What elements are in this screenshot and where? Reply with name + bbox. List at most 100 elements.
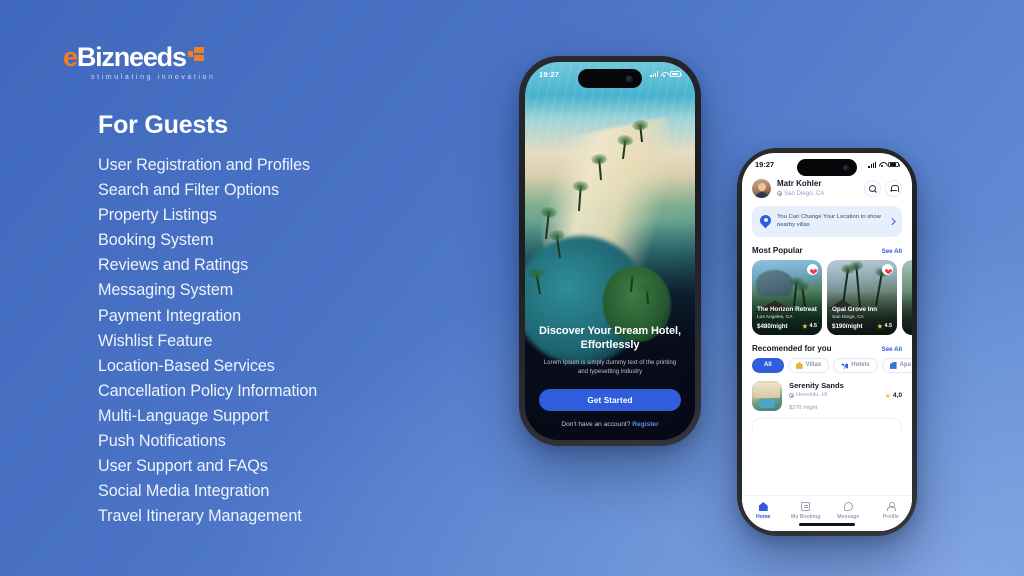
listing-location: Honolulu, HI <box>789 391 878 400</box>
recommended-listing[interactable]: Serenity Sands Honolulu, HI $270 /night … <box>742 373 912 411</box>
star-icon <box>884 392 891 399</box>
nav-item-home[interactable]: Home <box>746 502 780 520</box>
location-pin-icon <box>789 392 794 398</box>
list-item: User Support and FAQs <box>98 457 268 476</box>
user-location: San Diego, CA <box>777 189 860 198</box>
filter-chip-label: All <box>764 362 772 369</box>
list-item: Social Media Integration <box>98 482 270 501</box>
nav-item-my-booking[interactable]: My Booking <box>789 502 823 520</box>
favorite-button[interactable] <box>882 263 893 275</box>
list-item: Property Listings <box>98 206 217 225</box>
onboarding-subtitle: Lorem Ipsum is simply dummy text of the … <box>543 359 677 375</box>
list-item: Location-Based Services <box>98 356 275 375</box>
listing-price: $270 /night <box>789 402 878 411</box>
property-name: Opal Grove Inn <box>832 305 878 313</box>
listing-name: Serenity Sands <box>789 380 844 390</box>
feature-list: User Registration and Profiles Search an… <box>98 153 317 529</box>
onboarding-content: Discover Your Dream Hotel, Effortlessly … <box>525 324 695 440</box>
most-popular-header: Most Popular See All <box>742 237 912 260</box>
nav-item-profile[interactable]: Profile <box>874 502 908 520</box>
list-item: Wishlist Feature <box>98 331 213 350</box>
filter-chip-apartments[interactable]: Apa <box>881 357 912 373</box>
register-prompt: Don't have an account? Register <box>539 421 681 428</box>
user-location-label: San Diego, CA <box>784 190 825 197</box>
next-listing-peek <box>752 417 902 430</box>
list-item: Search and Filter Options <box>98 181 280 200</box>
listing-price-unit: /night <box>803 404 818 411</box>
favorite-button[interactable] <box>807 263 818 275</box>
filter-chips[interactable]: All Villas Hotels Apa <box>742 357 912 373</box>
dynamic-island <box>797 159 857 176</box>
notifications-button[interactable] <box>885 180 902 197</box>
property-name: The Horizon Retreat <box>757 305 817 313</box>
apartment-icon <box>889 361 897 369</box>
avatar[interactable] <box>752 179 771 198</box>
nav-item-label: Message <box>837 513 860 520</box>
profile-icon <box>886 502 897 511</box>
filter-chip-label: Apa <box>899 362 911 369</box>
brand-logo: eBizneeds stimulating innovation <box>63 44 216 82</box>
section-title: Recomended for you <box>752 343 832 353</box>
get-started-button[interactable]: Get Started <box>539 389 681 411</box>
list-item: Booking System <box>98 231 214 250</box>
nav-item-label: Profile <box>882 513 899 520</box>
listing-info: Serenity Sands Honolulu, HI $270 /night <box>789 381 878 411</box>
register-prompt-text: Don't have an account? <box>561 421 631 428</box>
wifi-icon <box>661 72 668 77</box>
property-rating: 4.5 <box>877 323 892 329</box>
rating-value: 4.5 <box>884 323 893 330</box>
property-price: $480/night <box>757 322 788 330</box>
battery-icon <box>888 161 901 168</box>
property-card-partial[interactable] <box>902 259 912 335</box>
brand-name-prefix: e <box>63 42 78 72</box>
brand-name: eBizneeds <box>63 44 216 71</box>
rating-value: 4.5 <box>809 323 818 330</box>
home-header: Matr Kohler San Diego, CA <box>742 172 912 203</box>
left-content-panel: eBizneeds stimulating innovation For Gue… <box>0 0 480 576</box>
brand-mark-icon <box>187 47 204 62</box>
filter-chip-all[interactable]: All <box>752 357 784 373</box>
property-card[interactable]: Opal Grove Inn San Diego, CA $190/night … <box>827 259 897 335</box>
status-time: 19:27 <box>755 160 775 169</box>
list-item: Cancellation Policy Information <box>98 381 318 400</box>
heart-icon <box>885 267 891 272</box>
list-item: Travel Itinerary Management <box>98 507 302 526</box>
villa-icon <box>795 361 803 369</box>
bell-icon <box>890 184 899 193</box>
property-price: $190/night <box>832 322 863 330</box>
phone-mockup-onboarding: 19:27 Discover Your Dream Hotel, Effortl… <box>519 56 701 446</box>
list-item: Payment Integration <box>98 306 241 325</box>
map-pin-icon <box>760 215 771 228</box>
popular-cards-carousel[interactable]: The Horizon Retreat Los Angeles, CA $480… <box>742 259 912 335</box>
property-rating: 4.5 <box>802 323 817 329</box>
filter-chip-hotels[interactable]: Hotels <box>833 357 878 373</box>
location-banner-text: You Can Change Your Location to show nea… <box>777 214 881 229</box>
see-all-link-popular[interactable]: See All <box>882 248 902 255</box>
filter-chip-label: Villas <box>805 362 822 369</box>
list-item: Reviews and Ratings <box>98 256 249 275</box>
filter-chip-label: Hotels <box>851 362 870 369</box>
recommended-header: Recomended for you See All <box>742 335 912 358</box>
filter-chip-villas[interactable]: Villas <box>787 357 830 373</box>
property-card[interactable]: The Horizon Retreat Los Angeles, CA $480… <box>752 259 822 335</box>
home-indicator <box>799 523 855 526</box>
location-banner[interactable]: You Can Change Your Location to show nea… <box>752 206 902 237</box>
list-item: Multi-Language Support <box>98 406 269 425</box>
location-pin-icon <box>777 191 782 196</box>
register-link[interactable]: Register <box>632 421 658 428</box>
see-all-link-recommended[interactable]: See All <box>882 346 902 353</box>
rating-value: 4,0 <box>892 392 902 400</box>
brand-tagline: stimulating innovation <box>91 74 216 81</box>
home-body: Matr Kohler San Diego, CA You Can Change… <box>742 172 912 531</box>
list-item: Push Notifications <box>98 432 226 451</box>
home-screen: 19:27 Matr Kohler San Diego, CA You Can … <box>742 153 912 531</box>
phone-mockup-home: 19:27 Matr Kohler San Diego, CA You Can … <box>737 148 917 536</box>
page-title: For Guests <box>98 111 228 139</box>
onboarding-screen: 19:27 Discover Your Dream Hotel, Effortl… <box>525 62 695 440</box>
list-item: Messaging System <box>98 281 234 300</box>
dynamic-island <box>578 69 642 88</box>
search-button[interactable] <box>864 180 881 197</box>
status-time: 19:27 <box>539 69 560 79</box>
nav-item-message[interactable]: Message <box>831 502 865 520</box>
property-location: Los Angeles, CA <box>757 314 793 320</box>
